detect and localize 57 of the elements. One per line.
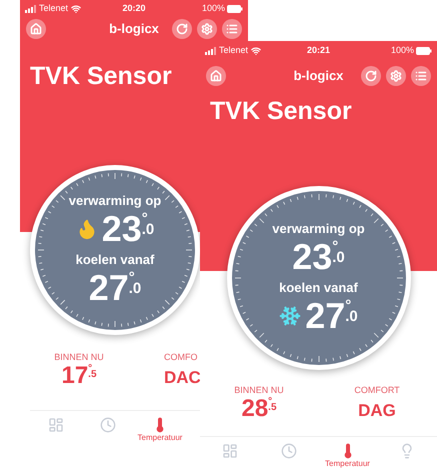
stat-label: COMFO — [164, 353, 198, 362]
temperature-value: 27 — [88, 270, 129, 306]
battery-icon — [416, 47, 432, 55]
settings-icon — [201, 23, 213, 35]
carrier-name: Telenet — [219, 44, 248, 58]
refresh-button[interactable] — [172, 19, 192, 39]
stat-label: COMFORT — [354, 386, 400, 395]
settings-button[interactable] — [386, 66, 406, 86]
temperature-decimal: .5 — [88, 370, 97, 380]
page-title: TVK Sensor — [210, 99, 352, 124]
carrier-name: Telenet — [39, 2, 68, 16]
stat-value: DAG — [358, 402, 396, 419]
clock-icon — [100, 417, 116, 433]
battery-percentage: 100% — [202, 2, 225, 16]
setpoint-label: verwarming op — [272, 222, 365, 235]
clock-icon — [280, 443, 296, 459]
page-title: TVK Sensor — [30, 64, 172, 89]
temperature-value: 28 — [241, 397, 268, 421]
home-icon — [210, 70, 222, 82]
temperature-value: 23 — [292, 239, 332, 275]
settings-icon — [390, 70, 402, 82]
settings-button[interactable] — [197, 19, 217, 39]
stat-label: BINNEN NU — [234, 386, 284, 395]
list-icon — [415, 70, 427, 82]
signal-icon — [25, 5, 36, 13]
menu-button[interactable] — [411, 66, 431, 86]
tab-bar-item[interactable]: Temperatuur — [134, 411, 186, 442]
setpoint-label: koelen vanaf — [279, 281, 358, 294]
temperature-decimal: .5 — [268, 403, 277, 413]
refresh-icon — [176, 23, 188, 35]
refresh-button[interactable] — [361, 66, 381, 86]
wifi-icon — [251, 46, 262, 56]
list-icon — [226, 23, 238, 35]
wifi-icon — [71, 4, 82, 14]
signal-icon — [205, 47, 216, 55]
app-title: b-logicx — [294, 67, 344, 86]
battery-percentage: 100% — [390, 44, 414, 58]
tab-bar-item[interactable]: Temperatuur — [318, 437, 377, 468]
status-time: 20:21 — [306, 44, 330, 58]
floorplan-icon — [222, 443, 238, 459]
setpoint-label: koelen vanaf — [76, 253, 154, 266]
snowflake-icon — [279, 305, 302, 327]
home-button[interactable] — [206, 66, 226, 86]
battery-icon — [227, 5, 243, 13]
menu-button[interactable] — [222, 19, 242, 39]
temperature-value: 23 — [102, 211, 142, 247]
temperature-value: 17 — [61, 364, 88, 388]
temperature-value: 27 — [305, 298, 346, 334]
app-title: b-logicx — [109, 20, 159, 38]
home-button[interactable] — [26, 19, 46, 39]
stat-label: BINNEN NU — [54, 353, 104, 362]
stat-value: DAC — [164, 369, 201, 386]
home-icon — [30, 23, 42, 35]
floorplan-icon — [48, 417, 64, 433]
refresh-icon — [365, 70, 377, 82]
status-time: 20:20 — [122, 2, 146, 16]
setpoint-label: verwarming op — [68, 194, 162, 207]
